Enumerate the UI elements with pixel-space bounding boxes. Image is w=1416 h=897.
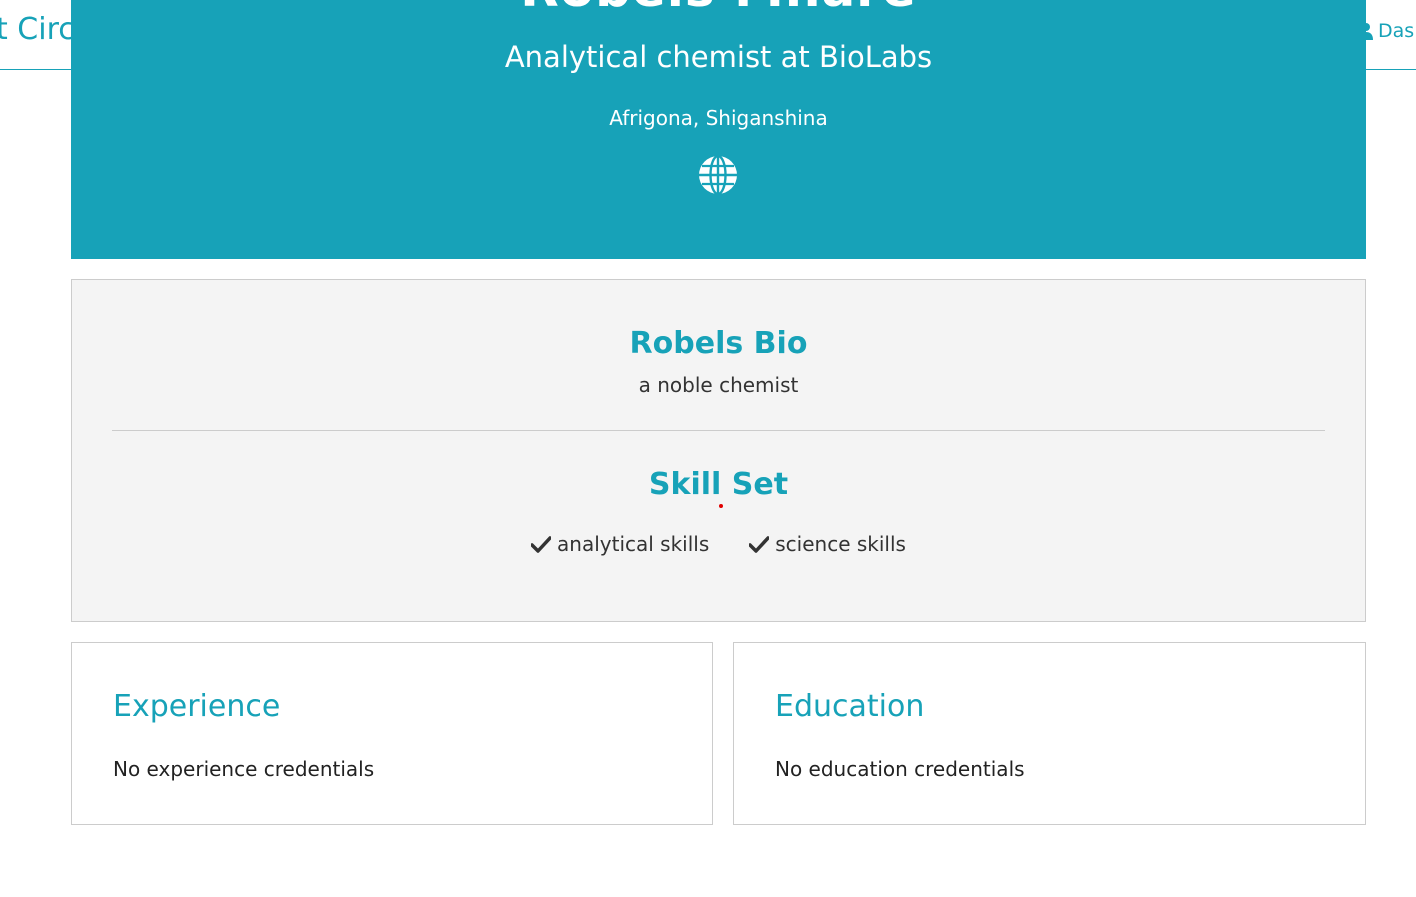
- brand-link[interactable]: t Circ: [0, 12, 75, 47]
- education-card: Education No education credentials: [733, 642, 1366, 825]
- education-heading: Education: [775, 689, 925, 724]
- experience-heading: Experience: [113, 689, 281, 724]
- dashboard-label: Das: [1378, 20, 1415, 42]
- profile-about: Robels Bio a noble chemist Skill Set ana…: [71, 279, 1366, 622]
- education-empty-text: No education credentials: [775, 757, 1025, 781]
- profile-name: Robels Mhare: [71, 0, 1366, 18]
- experience-card: Experience No experience credentials: [71, 642, 713, 825]
- experience-empty-text: No experience credentials: [113, 757, 375, 781]
- dashboard-link[interactable]: Das: [1358, 20, 1414, 42]
- skills-heading: Skill Set: [648, 467, 789, 502]
- red-dot-marker: [719, 504, 723, 508]
- profile-title: Analytical chemist at BioLabs: [504, 40, 933, 74]
- check-icon: [531, 536, 552, 553]
- skill-item: analytical skills: [531, 532, 709, 556]
- skills-list: analytical skills science skills: [72, 532, 1365, 556]
- profile-header: Robels Mhare Analytical chemist at BioLa…: [71, 0, 1366, 259]
- section-divider: [112, 430, 1325, 431]
- profile-location: Afrigona, Shiganshina: [609, 106, 828, 130]
- check-icon: [749, 536, 770, 553]
- globe-icon: [699, 154, 737, 196]
- skill-item: science skills: [749, 532, 906, 556]
- bio-heading: Robels Bio: [629, 326, 808, 361]
- bio-text: a noble chemist: [638, 373, 799, 397]
- website-link[interactable]: [698, 154, 738, 196]
- skill-label: analytical skills: [557, 532, 710, 556]
- skill-label: science skills: [775, 532, 906, 556]
